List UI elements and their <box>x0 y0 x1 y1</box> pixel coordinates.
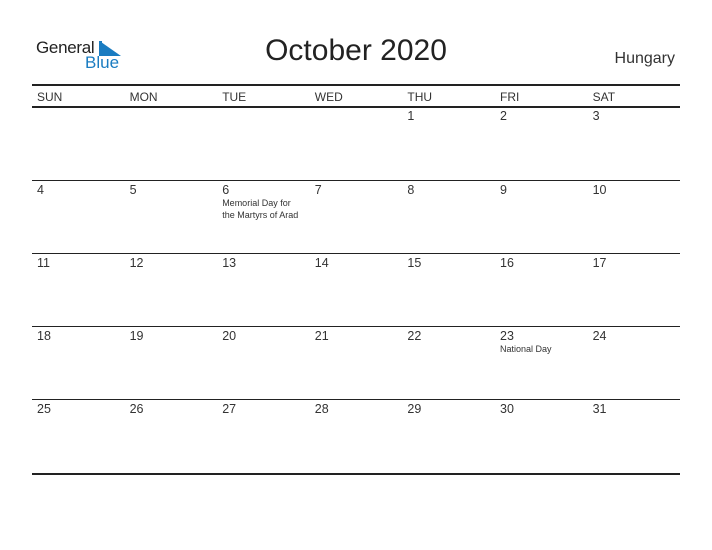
country-label: Hungary <box>614 50 675 67</box>
day-cell-number[interactable]: 6 <box>222 183 229 197</box>
week-divider <box>32 180 680 181</box>
day-cell-number[interactable]: 25 <box>37 402 51 416</box>
day-cell-number[interactable]: 22 <box>407 329 421 343</box>
day-cell-number[interactable]: 1 <box>407 109 414 123</box>
day-cell-number[interactable]: 12 <box>130 256 144 270</box>
header-divider <box>32 84 680 86</box>
day-cell-number[interactable]: 13 <box>222 256 236 270</box>
day-cell-number[interactable]: 27 <box>222 402 236 416</box>
day-cell-number[interactable]: 17 <box>593 256 607 270</box>
day-cell-number[interactable]: 8 <box>407 183 414 197</box>
weekday-header-sat: SAT <box>592 90 616 104</box>
holiday-label-line: Memorial Day for <box>222 198 291 208</box>
day-cell-number[interactable]: 29 <box>407 402 421 416</box>
weekday-header-thu: THU <box>407 90 433 104</box>
day-cell-number[interactable]: 5 <box>130 183 137 197</box>
day-cell-number[interactable]: 11 <box>37 256 50 270</box>
day-cell-number[interactable]: 16 <box>500 256 514 270</box>
header-divider <box>32 106 680 108</box>
day-cell-number[interactable]: 4 <box>37 183 44 197</box>
weekday-header-wed: WED <box>314 90 343 104</box>
day-cell-number[interactable]: 30 <box>500 402 514 416</box>
holiday-label-line: National Day <box>500 344 552 354</box>
page-title: October 2020 <box>265 34 447 67</box>
weekday-header-fri: FRI <box>500 90 520 104</box>
day-cell-number[interactable]: 21 <box>315 329 329 343</box>
day-cell-number[interactable]: 7 <box>315 183 322 197</box>
day-cell-number[interactable]: 31 <box>593 402 607 416</box>
holiday-label: National Day <box>500 343 552 355</box>
day-cell-number[interactable]: 18 <box>37 329 51 343</box>
day-cell-number[interactable]: 3 <box>593 109 600 123</box>
day-cell-number[interactable]: 26 <box>130 402 144 416</box>
day-cell-number[interactable]: 28 <box>315 402 329 416</box>
week-divider <box>32 253 680 254</box>
weekday-header-mon: MON <box>129 90 158 104</box>
week-divider <box>32 473 680 475</box>
holiday-label: Memorial Day for the Martyrs of Arad <box>222 197 298 221</box>
weekday-header-tue: TUE <box>222 90 247 104</box>
day-cell-number[interactable]: 23 <box>500 329 514 343</box>
day-cell-number[interactable]: 15 <box>407 256 421 270</box>
day-cell-number[interactable]: 14 <box>315 256 329 270</box>
day-cell-number[interactable]: 19 <box>130 329 144 343</box>
day-cell-number[interactable]: 24 <box>593 329 607 343</box>
weekday-header-sun: SUN <box>37 90 63 104</box>
day-cell-number[interactable]: 9 <box>500 183 507 197</box>
day-cell-number[interactable]: 10 <box>593 183 607 197</box>
day-cell-number[interactable]: 2 <box>500 109 507 123</box>
day-cell-number[interactable]: 20 <box>222 329 236 343</box>
week-divider <box>32 399 680 400</box>
holiday-label-line: the Martyrs of Arad <box>222 210 299 220</box>
week-divider <box>32 326 680 327</box>
